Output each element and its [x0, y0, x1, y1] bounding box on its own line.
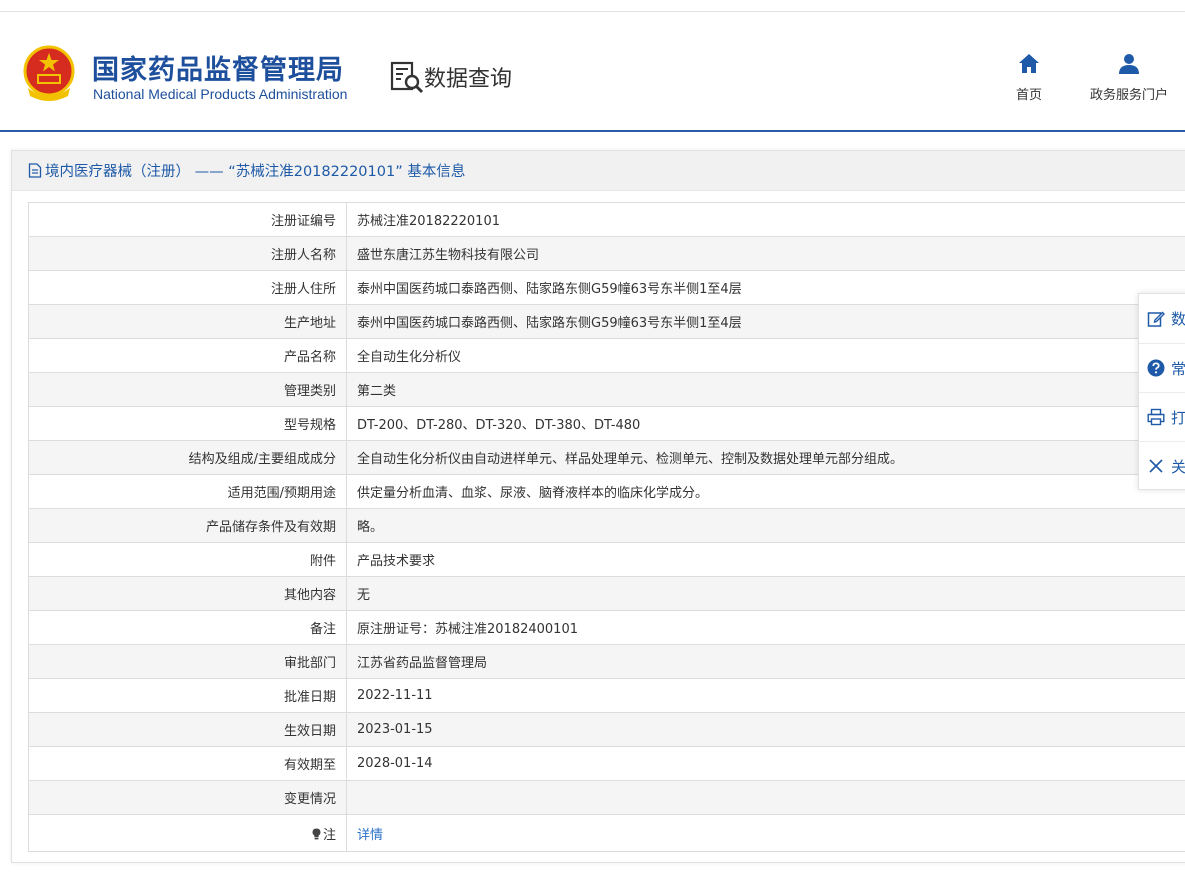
table-row: 其他内容无 [28, 576, 1185, 611]
table-row: 适用范围/预期用途 供定量分析血清、血浆、尿液、脑脊液样本的临床化学成分。 [28, 474, 1185, 509]
nav-home-label: 首页 [1015, 88, 1042, 103]
data-query-icon [390, 61, 424, 94]
field-label: 生效日期 [28, 712, 347, 747]
panel-title: 境内医疗器械（注册） —— “苏械注准20182220101” 基本信息 [45, 164, 466, 180]
user-icon [1119, 54, 1139, 74]
field-value: 无 [346, 576, 1185, 611]
field-value: 苏械注准20182220101 [346, 202, 1185, 237]
field-label: 注册人名称 [28, 236, 347, 271]
field-label: 附件 [28, 542, 347, 577]
edit-icon [1147, 311, 1165, 327]
field-value: 泰州中国医药城口泰路西侧、陆家路东侧G59幢63号东半侧1至4层 [346, 304, 1185, 339]
table-row: 有效期至 2028-01-14 [28, 746, 1185, 781]
field-label: 变更情况 [28, 780, 347, 815]
note-label-cell: 注 [28, 814, 347, 852]
field-label: 批准日期 [28, 678, 347, 713]
national-emblem-icon [23, 45, 75, 101]
field-value: 略。 [346, 508, 1185, 543]
field-label: 注册证编号 [28, 202, 347, 237]
lightbulb-icon [312, 828, 321, 839]
field-value: 第二类 [346, 372, 1185, 407]
field-value: 泰州中国医药城口泰路西侧、陆家路东侧G59幢63号东半侧1至4层 [346, 270, 1185, 305]
panel-header: 境内医疗器械（注册） —— “苏械注准20182220101” 基本信息 [12, 151, 1185, 191]
field-value: 供定量分析血清、血浆、尿液、脑脊液样本的临床化学成分。 [346, 474, 1185, 509]
question-icon [1147, 359, 1165, 377]
toolbar-print-label: 打 [1171, 408, 1185, 427]
table-row: 生效日期 2023-01-15 [28, 712, 1185, 747]
field-value: 全自动生化分析仪由自动进样单元、样品处理单元、检测单元、控制及数据处理单元部分组… [346, 440, 1185, 475]
document-icon [28, 163, 42, 178]
field-value [346, 780, 1185, 815]
table-row: 附件 产品技术要求 [28, 542, 1185, 577]
field-label: 审批部门 [28, 644, 347, 679]
floating-toolbar: 数 常 打 关 [1138, 293, 1185, 490]
table-row: 管理类别 第二类 [28, 372, 1185, 407]
field-label: 注册人住所 [28, 270, 347, 305]
toolbar-data-button[interactable]: 数 [1139, 294, 1185, 343]
toolbar-faq-button[interactable]: 常 [1139, 343, 1185, 392]
field-label: 型号规格 [28, 406, 347, 441]
toolbar-data-label: 数 [1171, 310, 1185, 328]
home-icon [1019, 54, 1039, 73]
site-header: 国家药品监督管理局 National Medical Products Admi… [0, 12, 1185, 132]
field-value: 2022-11-11 [346, 678, 1185, 713]
table-row: 生产地址 泰州中国医药城口泰路西侧、陆家路东侧G59幢63号东半侧1至4层 [28, 304, 1185, 339]
section-title: 数据查询 [424, 67, 513, 92]
field-value: DT-200、DT-280、DT-320、DT-380、DT-480 [346, 406, 1185, 441]
header-divider [0, 130, 1185, 132]
field-value: 盛世东唐江苏生物科技有限公司 [346, 236, 1185, 271]
org-name-cn: 国家药品监督管理局 [92, 55, 344, 86]
table-row: 产品储存条件及有效期 略。 [28, 508, 1185, 543]
table-row: 注册人名称 盛世东唐江苏生物科技有限公司 [28, 236, 1185, 271]
table-row: 变更情况 [28, 780, 1185, 815]
nav-service-portal[interactable]: 政务服务门户 [1084, 52, 1174, 103]
browser-top-strip [0, 0, 1185, 12]
field-label: 产品储存条件及有效期 [28, 508, 347, 543]
table-row: 备注 原注册证号：苏械注准20182400101 [28, 610, 1185, 645]
field-value: 全自动生化分析仪 [346, 338, 1185, 373]
nav-home[interactable]: 首页 [1008, 52, 1050, 103]
note-value-cell: 详情 [346, 814, 1185, 852]
field-label: 管理类别 [28, 372, 347, 407]
print-icon [1147, 408, 1165, 426]
toolbar-close-label: 关 [1171, 457, 1185, 476]
toolbar-close-button[interactable]: 关 [1139, 441, 1185, 490]
table-row: 审批部门 江苏省药品监督管理局 [28, 644, 1185, 679]
table-row: 结构及组成/主要组成成分 全自动生化分析仪由自动进样单元、样品处理单元、检测单元、… [28, 440, 1185, 475]
toolbar-print-button[interactable]: 打 [1139, 392, 1185, 441]
field-label: 生产地址 [28, 304, 347, 339]
field-value: 原注册证号：苏械注准20182400101 [346, 610, 1185, 645]
field-value: 2023-01-15 [346, 712, 1185, 747]
details-link[interactable]: 详情 [357, 828, 383, 843]
nav-service-portal-label: 政务服务门户 [1089, 88, 1168, 103]
table-row: 批准日期 2022-11-11 [28, 678, 1185, 713]
table-row: 产品名称 全自动生化分析仪 [28, 338, 1185, 373]
detail-panel: 境内医疗器械（注册） —— “苏械注准20182220101” 基本信息 注册证… [11, 150, 1185, 863]
field-label: 适用范围/预期用途 [28, 474, 347, 509]
table-row: 型号规格 DT-200、DT-280、DT-320、DT-380、DT-480 [28, 406, 1185, 441]
field-label: 结构及组成/主要组成成分 [28, 440, 347, 475]
field-label: 产品名称 [28, 338, 347, 373]
field-label: 有效期至 [28, 746, 347, 781]
note-row: 注 详情 [28, 814, 1185, 852]
close-icon [1149, 459, 1163, 473]
field-value: 江苏省药品监督管理局 [346, 644, 1185, 679]
field-value: 产品技术要求 [346, 542, 1185, 577]
note-label: 注 [322, 827, 336, 843]
org-name-en: National Medical Products Administration [93, 86, 348, 102]
table-row: 注册人住所 泰州中国医药城口泰路西侧、陆家路东侧G59幢63号东半侧1至4层 [28, 270, 1185, 305]
field-label: 其他内容 [28, 576, 347, 611]
field-value: 2028-01-14 [346, 746, 1185, 781]
field-label: 备注 [28, 610, 347, 645]
table-row: 注册证编号 苏械注准20182220101 [28, 202, 1185, 237]
device-info-table: 注册证编号 苏械注准20182220101 注册人名称 盛世东唐江苏生物科技有限公司注… [28, 202, 1185, 852]
toolbar-faq-label: 常 [1171, 359, 1185, 378]
